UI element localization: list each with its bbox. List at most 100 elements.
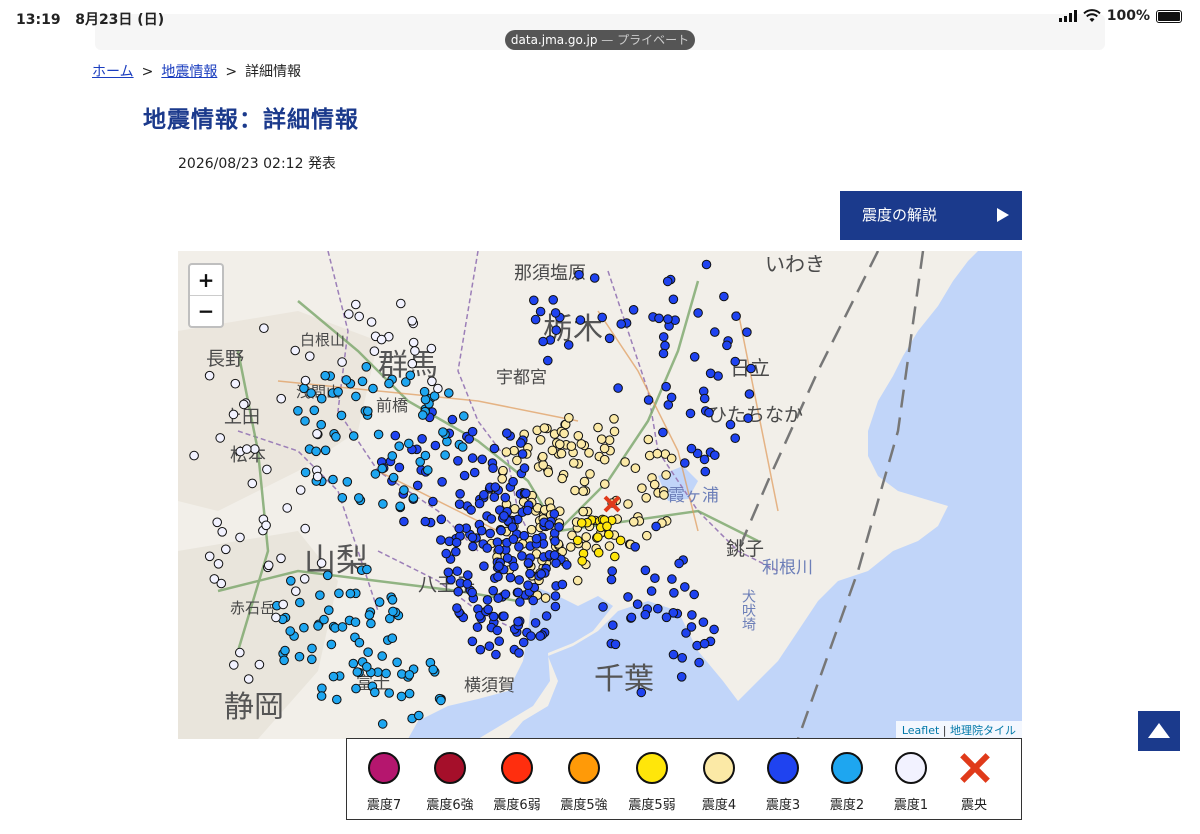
station-marker xyxy=(593,547,604,558)
station-marker xyxy=(362,662,372,672)
station-marker xyxy=(407,316,417,326)
legend-item-2: 震度2 xyxy=(814,747,880,813)
station-marker xyxy=(566,441,577,451)
station-marker xyxy=(607,566,618,576)
station-marker xyxy=(604,435,615,445)
station-marker xyxy=(436,695,446,706)
station-marker xyxy=(507,522,518,533)
station-marker xyxy=(286,576,296,586)
station-marker xyxy=(293,406,303,416)
station-marker xyxy=(572,575,583,586)
station-marker xyxy=(606,574,617,585)
legend-label: 震度6強 xyxy=(426,798,474,813)
station-marker xyxy=(699,638,710,649)
station-marker xyxy=(316,691,327,701)
station-marker xyxy=(642,530,652,541)
station-marker xyxy=(551,558,561,569)
station-marker xyxy=(535,306,546,317)
station-marker xyxy=(300,523,310,534)
station-marker xyxy=(462,579,473,589)
station-marker xyxy=(447,414,458,425)
station-marker xyxy=(494,544,504,555)
station-marker xyxy=(394,441,404,451)
station-marker xyxy=(630,463,641,473)
station-marker xyxy=(366,317,377,327)
station-marker xyxy=(551,325,562,335)
station-marker xyxy=(361,362,372,372)
station-marker xyxy=(436,535,446,545)
station-marker xyxy=(475,644,486,655)
station-marker xyxy=(530,618,541,628)
station-marker xyxy=(315,590,325,601)
zoom-out-button[interactable]: − xyxy=(190,295,222,326)
station-marker xyxy=(535,435,546,445)
intensity-map[interactable]: いわき 那須塩原 栃木 宇都宮 群馬 前橋 長野 上田 松本 山梨 八王子 日立… xyxy=(178,251,1022,739)
station-marker xyxy=(516,438,526,448)
station-marker xyxy=(538,451,548,462)
station-marker xyxy=(479,490,489,500)
gsi-tiles-link[interactable]: 地理院タイル xyxy=(950,724,1016,737)
station-marker xyxy=(686,443,697,454)
station-marker xyxy=(489,492,500,502)
station-marker xyxy=(668,649,679,660)
station-marker xyxy=(324,605,334,616)
station-marker xyxy=(643,395,654,405)
station-marker xyxy=(579,476,590,487)
station-marker xyxy=(384,688,394,698)
station-marker xyxy=(636,687,647,698)
station-marker xyxy=(408,337,419,348)
station-marker xyxy=(352,667,363,677)
scroll-to-top-button[interactable] xyxy=(1138,711,1180,751)
station-marker xyxy=(709,624,719,635)
station-marker xyxy=(420,450,431,461)
station-marker xyxy=(337,357,347,367)
station-marker xyxy=(615,535,626,546)
station-marker xyxy=(228,409,239,420)
station-marker xyxy=(513,616,523,627)
breadcrumb-home-link[interactable]: ホーム xyxy=(92,64,134,80)
station-marker xyxy=(469,467,480,478)
station-marker xyxy=(279,655,289,666)
station-marker xyxy=(646,586,657,596)
legend-item-3: 震度3 xyxy=(750,747,816,813)
station-marker xyxy=(667,574,677,584)
breadcrumb-current: 詳細情報 xyxy=(245,64,302,80)
station-marker xyxy=(662,276,673,287)
station-marker xyxy=(499,611,509,622)
station-marker xyxy=(549,550,560,561)
station-marker xyxy=(685,408,696,419)
station-marker xyxy=(377,463,387,474)
station-marker xyxy=(483,604,494,615)
intensity-explanation-button[interactable]: 震度の解説 xyxy=(840,191,1022,240)
leaflet-link[interactable]: Leaflet xyxy=(902,724,939,737)
url-pill[interactable]: data.jma.go.jp — プライベート xyxy=(505,30,695,50)
breadcrumb-quake-link[interactable]: 地震情報 xyxy=(161,64,217,80)
status-right: 100% xyxy=(1058,8,1182,24)
station-marker xyxy=(451,537,462,548)
station-marker xyxy=(564,413,574,423)
station-marker xyxy=(235,647,245,658)
station-marker xyxy=(538,460,549,470)
station-marker xyxy=(278,599,288,610)
station-marker xyxy=(669,588,679,598)
station-marker xyxy=(628,305,639,315)
station-marker xyxy=(295,597,305,608)
station-marker xyxy=(499,511,509,521)
station-marker xyxy=(554,522,564,532)
station-marker xyxy=(575,315,586,325)
station-marker xyxy=(299,574,310,584)
station-marker xyxy=(689,352,700,362)
station-marker xyxy=(348,431,359,441)
station-marker xyxy=(589,273,600,283)
station-marker xyxy=(331,432,341,442)
station-marker xyxy=(294,651,305,662)
station-marker xyxy=(522,505,533,516)
station-marker xyxy=(300,467,311,478)
station-marker xyxy=(701,259,712,270)
zoom-in-button[interactable]: + xyxy=(190,265,222,295)
station-marker xyxy=(482,543,493,553)
station-marker xyxy=(307,654,317,665)
station-marker xyxy=(641,493,652,503)
station-marker xyxy=(311,446,321,457)
station-marker xyxy=(457,442,468,452)
